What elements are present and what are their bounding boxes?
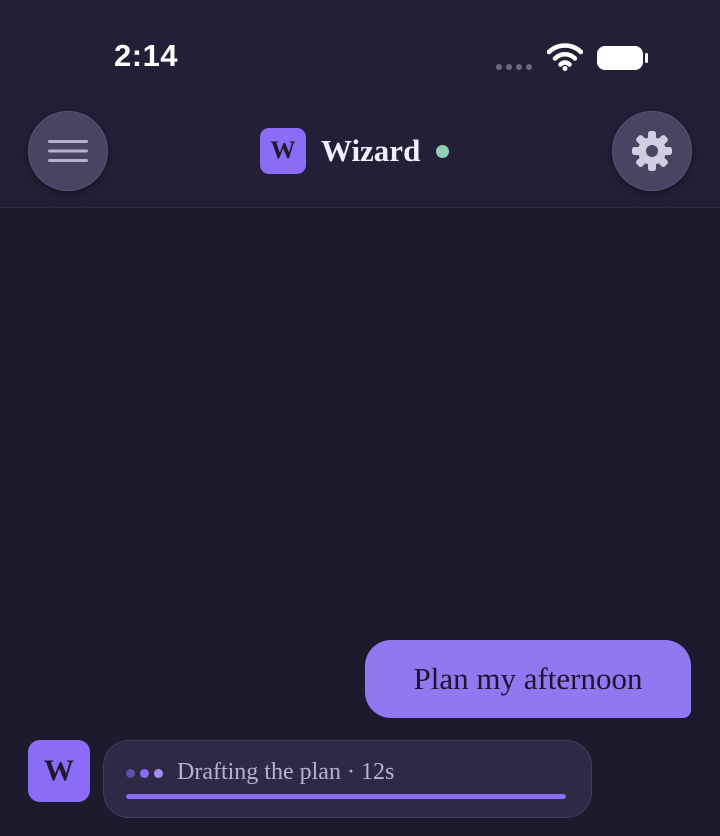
- wizard-logo: W: [260, 128, 306, 174]
- assistant-status-text: Drafting the plan · 12s: [177, 759, 395, 785]
- wifi-icon: [547, 43, 583, 71]
- app-title: Wizard: [321, 133, 421, 168]
- assistant-progress-bubble: Drafting the plan · 12s: [103, 740, 592, 818]
- menu-button[interactable]: [28, 111, 108, 191]
- top-bar: 2:14 W Wizard: [0, 0, 720, 208]
- hamburger-icon: [48, 140, 88, 162]
- signal-dots-icon: [496, 64, 532, 70]
- assistant-avatar: W: [28, 740, 90, 802]
- battery-icon: [597, 46, 648, 70]
- user-message-bubble: Plan my afternoon: [365, 640, 691, 718]
- progress-bar: [126, 794, 566, 799]
- settings-button[interactable]: [612, 111, 692, 191]
- progress-bar-fill: [126, 794, 566, 799]
- brand: W Wizard: [260, 128, 450, 174]
- online-status-dot: [436, 144, 450, 158]
- status-time: 2:14: [114, 38, 179, 73]
- gear-icon: [632, 131, 672, 171]
- typing-dots-icon: [126, 769, 163, 778]
